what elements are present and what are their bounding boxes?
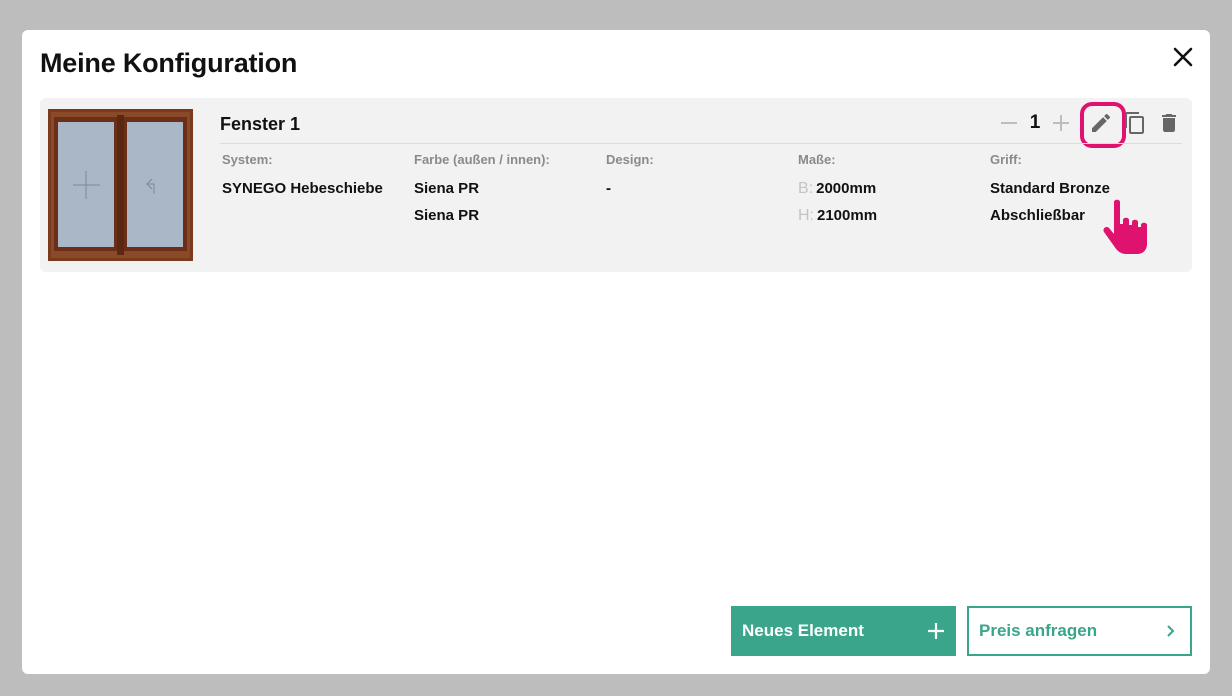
copy-icon [1125, 112, 1144, 134]
handle-lock-value: Abschließbar [990, 207, 1086, 224]
item-divider [220, 143, 1182, 144]
width-prefix: B: [798, 180, 814, 197]
configuration-modal: Meine Konfiguration Fenster 1 1 System: … [22, 30, 1210, 674]
close-button[interactable] [1170, 44, 1196, 70]
color-label: Farbe (außen / innen): [414, 152, 550, 167]
handle-value: Standard Bronze [990, 180, 1111, 197]
system-value: SYNEGO Hebeschiebe [222, 180, 383, 197]
height-row: H: 2100mm [798, 202, 877, 229]
width-value: 2000mm [816, 180, 877, 197]
chevron-right-icon [1167, 625, 1175, 637]
window-thumbnail [48, 109, 193, 261]
new-element-label: Neues Element [742, 621, 864, 640]
increase-quantity-button[interactable] [1050, 112, 1072, 134]
dimensions-label: Maße: [798, 152, 836, 167]
design-column: Design: - [606, 152, 654, 202]
quantity-value: 1 [1029, 112, 1041, 133]
system-column: System: SYNEGO Hebeschiebe [222, 152, 383, 202]
system-label: System: [222, 152, 273, 167]
plus-icon [1053, 115, 1069, 131]
item-actions [1084, 106, 1186, 140]
configuration-item-card: Fenster 1 1 System: SYNEGO Hebeschiebe F… [40, 98, 1192, 272]
pencil-icon [1092, 113, 1111, 132]
hand-pointer-icon [1103, 199, 1147, 254]
handle-column: Griff: Standard Bronze Abschließbar [990, 152, 1110, 229]
plus-icon [928, 623, 944, 639]
height-prefix: H: [798, 207, 814, 224]
design-value: - [606, 180, 611, 197]
height-value: 2100mm [817, 207, 878, 224]
dimensions-column: Maße: B: 2000mm H: 2100mm [798, 152, 877, 229]
request-price-label: Preis anfragen [979, 621, 1098, 640]
request-price-button[interactable]: Preis anfragen [967, 606, 1192, 656]
minus-icon [1001, 122, 1017, 124]
duplicate-button[interactable] [1118, 106, 1152, 140]
design-label: Design: [606, 152, 654, 167]
new-element-button[interactable]: Neues Element [731, 606, 956, 656]
trash-icon [1162, 114, 1176, 132]
item-name: Fenster 1 [220, 114, 301, 134]
modal-title: Meine Konfiguration [40, 48, 298, 78]
close-icon [1173, 47, 1193, 67]
delete-button[interactable] [1152, 106, 1186, 140]
width-row: B: 2000mm [798, 175, 877, 202]
quantity-stepper: 1 [998, 108, 1072, 138]
color-outside-value: Siena PR [414, 180, 480, 197]
color-inside-value: Siena PR [414, 207, 480, 224]
handle-label: Griff: [990, 152, 1022, 167]
color-column: Farbe (außen / innen): Siena PR Siena PR [414, 152, 550, 229]
decrease-quantity-button[interactable] [998, 112, 1020, 134]
edit-button[interactable] [1084, 106, 1118, 140]
